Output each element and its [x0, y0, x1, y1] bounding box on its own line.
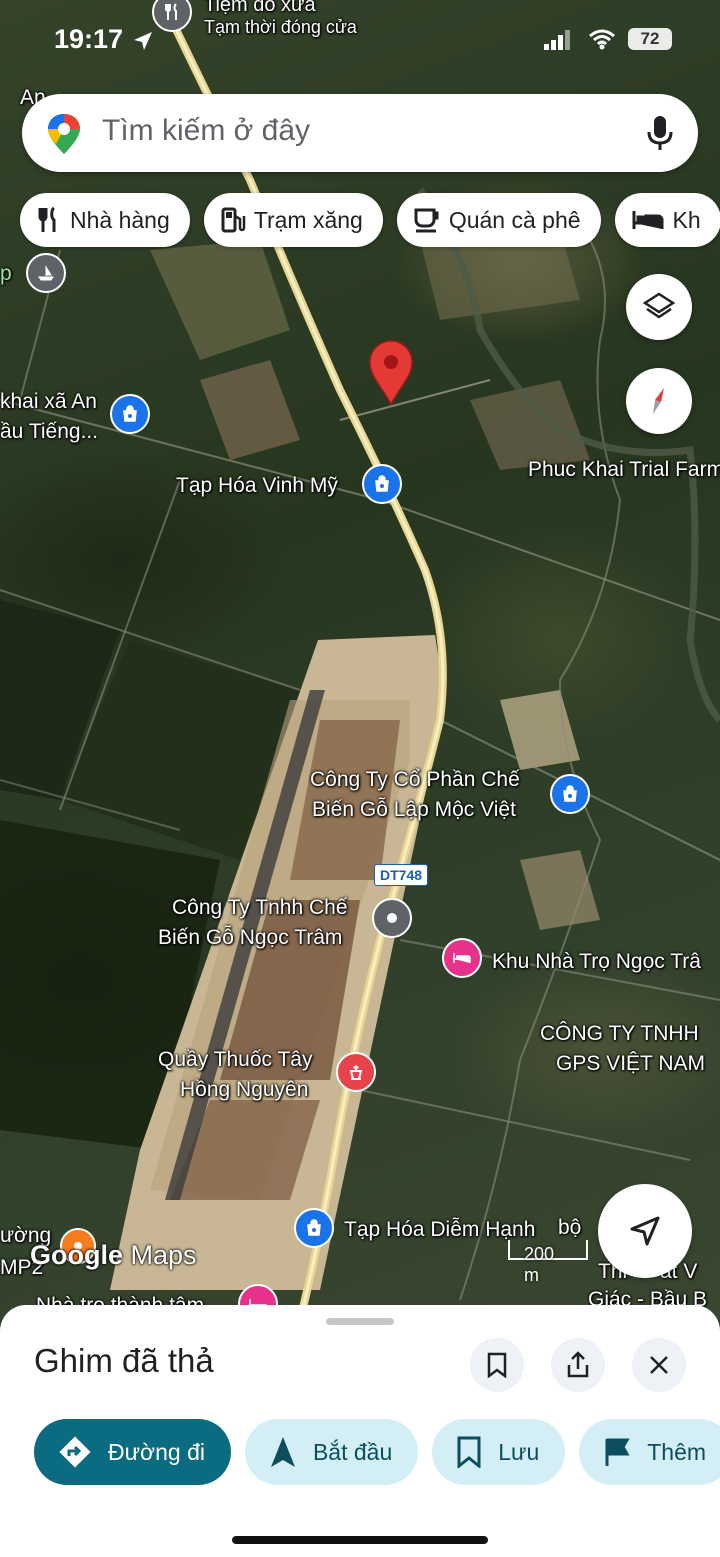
category-chips: Nhà hàng Trạm xăng Quán cà phê Kh	[20, 193, 720, 247]
poi-label: Hồng Nguyên	[180, 1078, 309, 1101]
restaurant-icon	[38, 206, 56, 232]
signal-icon	[544, 30, 570, 50]
search-bar[interactable]: Tìm kiếm ở đây	[22, 94, 698, 172]
sheet-title: Ghim đã thả	[34, 1342, 214, 1379]
poi-label: Công Ty Cổ Phần Chế	[310, 768, 520, 791]
generic-poi-icon[interactable]	[372, 898, 412, 938]
chip-coffee[interactable]: Quán cà phê	[396, 193, 601, 247]
directions-icon	[59, 1436, 91, 1468]
layers-icon	[642, 292, 676, 319]
poi-label: GPS VIỆT NAM	[556, 1052, 705, 1075]
compass-icon	[653, 388, 664, 414]
poi-label: Tạp Hóa Vinh Mỹ	[176, 474, 338, 497]
compass-button[interactable]	[626, 368, 692, 434]
start-button[interactable]: Bắt đầu	[244, 1419, 419, 1485]
home-indicator[interactable]	[232, 1536, 488, 1544]
share-button[interactable]	[551, 1338, 605, 1392]
layers-button[interactable]	[626, 274, 692, 340]
google-logo: Google Maps	[30, 1240, 197, 1270]
save-button[interactable]	[470, 1338, 524, 1392]
status-time: 19:17	[54, 24, 124, 54]
share-icon	[567, 1351, 589, 1378]
bookmark-icon	[487, 1352, 507, 1378]
hotel-icon	[632, 211, 664, 229]
pharmacy-icon[interactable]	[336, 1052, 376, 1092]
dropped-pin-icon	[369, 340, 413, 406]
flag-icon	[605, 1438, 630, 1466]
sheet-drag-handle[interactable]	[326, 1318, 394, 1325]
road-shield: DT748	[374, 864, 429, 886]
status-bar: 19:17 72	[0, 20, 720, 64]
search-input[interactable]: Tìm kiếm ở đây	[102, 114, 310, 148]
more-button[interactable]: Thêm	[579, 1419, 720, 1485]
shopping-bag-icon[interactable]	[550, 774, 590, 814]
my-location-button[interactable]	[598, 1184, 692, 1278]
chip-hotel[interactable]: Kh	[614, 193, 720, 247]
poi-label: Khu Nhà Trọ Ngọc Trâ	[492, 950, 701, 973]
poi-label: khai xã An	[0, 390, 97, 413]
poi-label: Phuc Khai Trial Farm	[528, 458, 720, 481]
poi-label: Công Ty Tnhh Chế	[172, 896, 348, 919]
save-pill-button[interactable]: Lưu	[432, 1419, 566, 1485]
poi-label: Biến Gỗ Lập Mộc Việt	[312, 798, 516, 821]
chip-restaurant[interactable]: Nhà hàng	[20, 193, 190, 247]
battery-icon: 72	[628, 28, 672, 50]
bottom-sheet: Ghim đã thả Đường đi Bắt đầu Lưu Thêm	[0, 1305, 720, 1557]
google-maps-pin-icon	[48, 114, 80, 154]
poi-label: ầu Tiếng...	[0, 420, 99, 443]
close-button[interactable]	[632, 1338, 686, 1392]
location-arrow-icon	[134, 32, 152, 50]
coffee-icon	[414, 208, 439, 233]
boat-poi-icon[interactable]	[26, 253, 66, 293]
poi-label: Biến Gỗ Ngọc Trâm	[158, 926, 343, 949]
directions-button[interactable]: Đường đi	[34, 1419, 231, 1485]
navigation-arrow-icon	[270, 1437, 295, 1467]
chip-gas-station[interactable]: Trạm xăng	[203, 193, 383, 247]
wifi-icon	[589, 29, 615, 50]
shopping-bag-icon[interactable]	[362, 464, 402, 504]
poi-label: Quầy Thuốc Tây	[158, 1048, 313, 1071]
bed-icon[interactable]	[442, 938, 482, 978]
poi-left-partial: p	[0, 262, 12, 285]
action-buttons: Đường đi Bắt đầu Lưu Thêm	[34, 1419, 720, 1485]
poi-label: CÔNG TY TNHH	[540, 1022, 699, 1045]
poi-label: bộ	[558, 1216, 582, 1239]
shopping-bag-icon[interactable]	[294, 1208, 334, 1248]
bookmark-icon	[457, 1436, 481, 1468]
navigation-arrow-icon	[630, 1216, 660, 1246]
mic-icon[interactable]	[646, 114, 674, 152]
shopping-bag-icon[interactable]	[110, 394, 150, 434]
gas-station-icon	[221, 207, 245, 233]
poi-label: Tạp Hóa Diễm Hạnh	[344, 1218, 536, 1241]
close-icon	[650, 1356, 668, 1374]
